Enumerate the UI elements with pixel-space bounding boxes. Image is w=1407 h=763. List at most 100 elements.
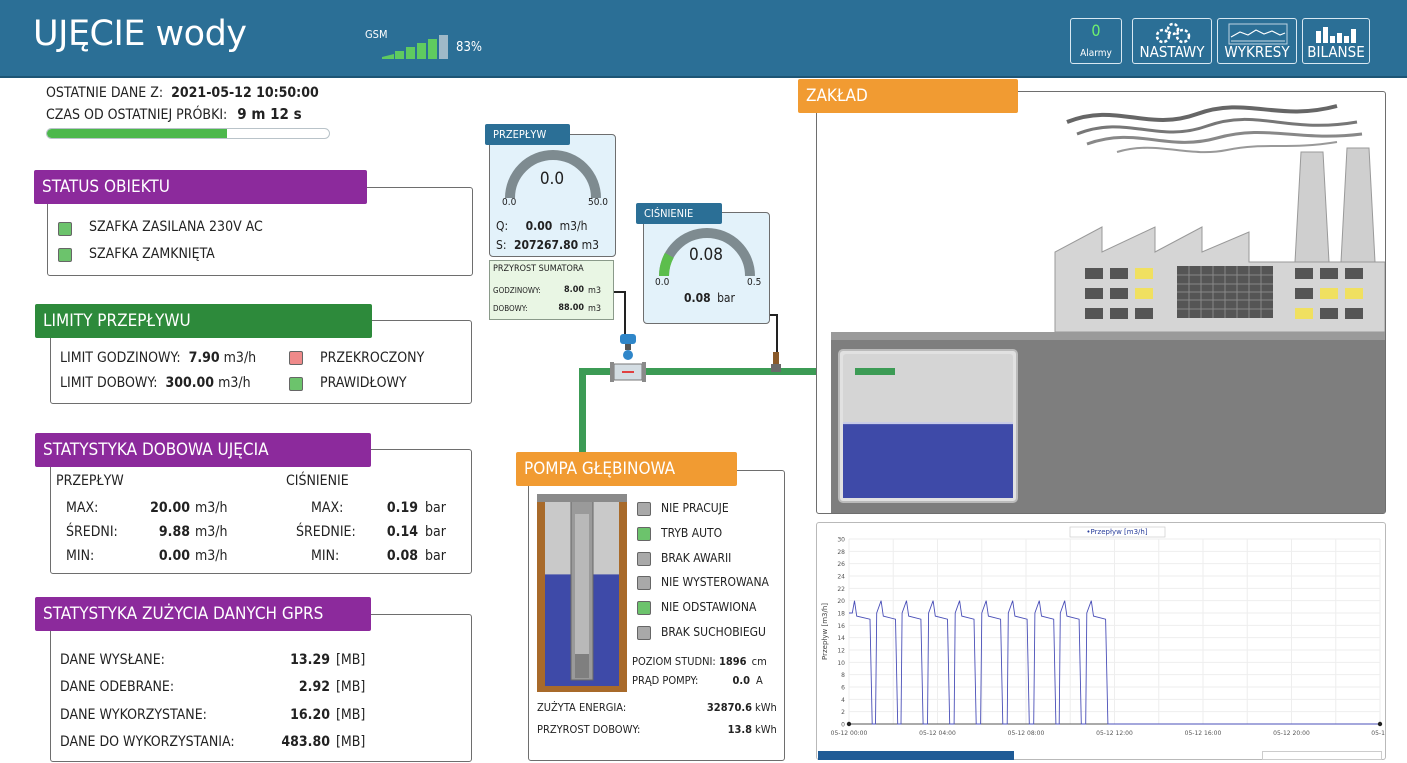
y-tick-label: 4: [841, 697, 845, 704]
page-title: UJĘCIE wody: [33, 14, 247, 54]
daily-limit-status: PRAWIDŁOWY: [320, 375, 407, 391]
flow-q-row: Q: 0.00 m3/h: [496, 219, 588, 233]
range-handle-start: [846, 721, 852, 727]
gprs-sent-unit: [MB]: [336, 652, 366, 668]
gprs-sent-value: 13.29: [290, 652, 330, 668]
hourly-limit-value: 7.90: [188, 350, 220, 366]
gprs-used-unit: [MB]: [336, 707, 366, 723]
gprs-remaining-value: 483.80: [281, 734, 330, 750]
totalizer-hourly-unit: m3: [588, 286, 602, 296]
gprs-received-unit: [MB]: [336, 679, 366, 695]
totalizer-daily-label: DOBOWY:: [493, 304, 528, 313]
hourly-limit-unit: m3/h: [223, 350, 257, 366]
daily-flow-avg-value: 9.88: [158, 524, 190, 540]
pressure-gauge-title: CIŚNIENIE: [636, 203, 722, 224]
flow-s-unit: m3: [581, 238, 599, 252]
header-bar: UJĘCIE wody GSM 83% 0 Alarmy NASTAWY WYK…: [0, 0, 1407, 78]
pump-current-unit: A: [756, 674, 763, 687]
totalizer-hourly-value: 8.00: [564, 285, 584, 295]
x-tick-label: 05-12 20:00: [1273, 730, 1310, 737]
pressure-sensor-icon: [771, 352, 781, 372]
deep-well-graphic: [537, 494, 627, 692]
x-tick-label: 05-12 08:00: [1008, 730, 1045, 737]
y-tick-label: 30: [837, 537, 845, 544]
well-level-row: POZIOM STUDNI: 1896 cm: [632, 655, 767, 668]
y-axis-label: Przepływ [m3/h]: [821, 603, 829, 660]
chart-zoom-toolbar[interactable]: [818, 751, 1014, 760]
energy-daily-value: 13.8: [727, 723, 752, 736]
flow-q-value: 0.00: [525, 219, 553, 233]
charts-label: WYKRESY: [1224, 43, 1290, 61]
pump-state-indicator-fault: [637, 552, 651, 566]
pressure-gauge-value: 0.08: [688, 245, 724, 265]
totalizer-daily-unit: m3: [588, 304, 602, 314]
status-indicator-power: [58, 222, 72, 236]
y-tick-label: 18: [837, 611, 845, 618]
hourly-limit-label: LIMIT GODZINOWY:: [60, 350, 181, 366]
gsm-signal-percent: 83%: [456, 40, 482, 55]
gprs-received-value: 2.92: [298, 679, 330, 695]
y-tick-label: 12: [837, 648, 845, 655]
daily-pressure-avg-value: 0.14: [386, 524, 418, 540]
gprs-title: STATYSTYKA ZUŻYCIA DANYCH GPRS: [35, 597, 371, 631]
pressure-gauge-min: 0.0: [655, 277, 670, 288]
well-level-value: 1896: [718, 655, 747, 668]
status-indicator-closed: [58, 248, 72, 262]
gprs-remaining-label: DANE DO WYKORZYSTANIA:: [60, 734, 235, 750]
x-tick-label: 05-12 16:00: [1185, 730, 1222, 737]
daily-stats-title: STATYSTYKA DOBOWA UJĘCIA: [35, 433, 371, 467]
y-tick-label: 0: [841, 722, 845, 729]
totalizer-hourly-label: GODZINOWY:: [493, 286, 541, 295]
gprs-received-label: DANE ODEBRANE:: [60, 679, 175, 695]
daily-flow-avg-unit: m3/h: [195, 524, 228, 540]
flow-s-label: S:: [496, 238, 507, 252]
pump-title: POMPA GŁĘBINOWA: [516, 452, 737, 486]
pressure-reading-unit: bar: [717, 291, 735, 305]
last-data-label: OSTATNIE DANE Z:: [46, 85, 164, 101]
y-tick-label: 14: [837, 635, 845, 642]
daily-pressure-min-label: MIN:: [311, 548, 340, 564]
daily-flow-min-unit: m3/h: [195, 548, 228, 564]
balances-button[interactable]: BILANSE: [1302, 18, 1370, 64]
settings-button[interactable]: NASTAWY: [1132, 18, 1212, 64]
daily-pressure-avg-unit: bar: [425, 524, 446, 540]
flow-q-label: Q:: [496, 219, 509, 233]
chart-legend: •Przepływ [m3/h]: [1086, 528, 1147, 536]
energy-unit: kWh: [755, 701, 777, 714]
time-since-line: CZAS OD OSTATNIEJ PRÓBKI: 9 m 12 s: [46, 105, 302, 123]
flowmeter-sensor-icon: [610, 334, 646, 382]
daily-pressure-max-unit: bar: [425, 500, 446, 516]
gprs-remaining-unit: [MB]: [336, 734, 366, 750]
flow-gauge-value: 0.0: [539, 169, 565, 189]
daily-pressure-header: CIŚNIENIE: [286, 473, 349, 489]
pump-state-indicator-controlled: [637, 576, 651, 590]
range-handle-end: [1377, 721, 1383, 727]
pump-current-label: PRĄD POMPY:: [632, 674, 699, 687]
hourly-limit-status: PRZEKROCZONY: [320, 350, 425, 366]
time-since-label: CZAS OD OSTATNIEJ PRÓBKI:: [46, 107, 228, 123]
pressure-reading-row: 0.08 bar: [684, 291, 735, 305]
flow-s-value: 207267.80: [513, 238, 579, 252]
settings-label: NASTAWY: [1139, 43, 1205, 61]
chart-date-range-input[interactable]: [1262, 751, 1382, 760]
y-tick-label: 10: [837, 660, 845, 667]
alarms-button[interactable]: 0 Alarmy: [1070, 18, 1122, 64]
x-tick-label: 05-12 12:00: [1096, 730, 1133, 737]
last-data-value: 2021-05-12 10:50:00: [171, 85, 319, 101]
status-title: STATUS OBIEKTU: [34, 170, 367, 204]
pump-state-indicator-running: [637, 502, 651, 516]
y-tick-label: 20: [837, 598, 845, 605]
daily-limit-unit: m3/h: [218, 375, 251, 391]
y-tick-label: 28: [837, 549, 845, 556]
flow-q-unit: m3/h: [559, 219, 588, 233]
flow-chart[interactable]: 02468101214161820222426283005-12 00:00 05…: [817, 523, 1385, 749]
status-label-closed: SZAFKA ZAMKNIĘTA: [89, 246, 215, 262]
daily-pressure-avg-label: ŚREDNIE:: [296, 524, 356, 540]
daily-flow-max-value: 20.00: [150, 500, 190, 516]
daily-pressure-min-value: 0.08: [386, 548, 418, 564]
charts-button[interactable]: WYKRESY: [1217, 18, 1297, 64]
gprs-sent-label: DANE WYSŁANE:: [60, 652, 165, 668]
daily-flow-avg-label: ŚREDNI:: [66, 524, 118, 540]
well-level-label: POZIOM STUDNI:: [632, 655, 716, 668]
totalizer-daily-value: 88.00: [558, 303, 584, 313]
